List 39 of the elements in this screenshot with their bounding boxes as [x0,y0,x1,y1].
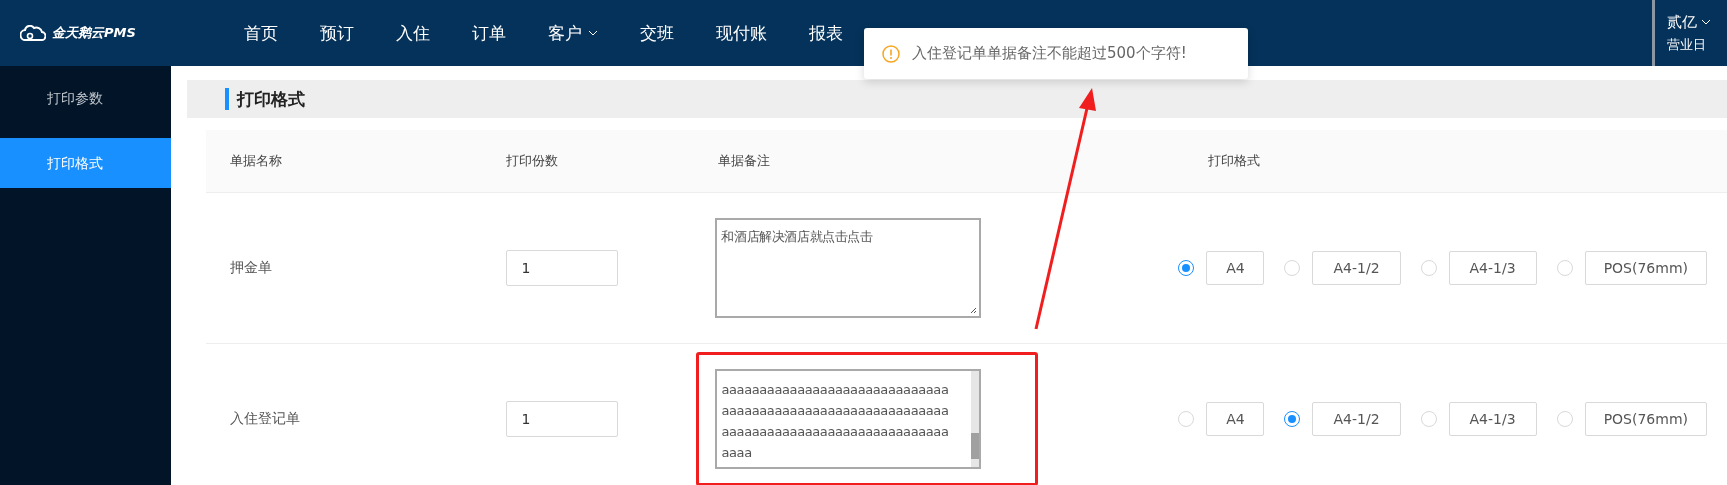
radio-button[interactable] [1178,260,1195,276]
user-menu[interactable]: 贰亿 [1667,12,1727,32]
toast-message: 入住登记单单据备注不能超过500个字符! [912,44,1187,63]
nav-item[interactable]: 入住 [375,21,451,45]
format-label: A4-1/3 [1448,402,1537,436]
remark-textarea[interactable]: 和酒店解决酒店就点击点击 [715,218,982,318]
remark-textarea[interactable]: aaaaaaaaaaaaaaaaaaaaaaaaaaaaaa aaaaaaaaaaaaaaaaaaaaaaaaaaaaaa aaaaaaaaaaaaaaaaaaaaaaaaaaaaaa aaaa [715,369,982,469]
nav-item[interactable]: 报表 [788,21,864,45]
column-header: 打印份数 [506,152,560,170]
warning-icon [882,44,900,63]
column-header: 打印格式 [1208,152,1262,170]
copies-input[interactable]: 1 [506,250,619,286]
nav-item[interactable]: 首页 [210,21,299,45]
brand-name: 金天鹅云PMS [52,24,136,42]
section-title: 打印格式 [237,87,306,111]
nav-item[interactable]: 交班 [619,21,695,45]
nav-item[interactable]: 预订 [299,21,375,45]
nav-item[interactable]: 客户 [527,21,619,45]
table-cell: 入住登记单 [230,410,301,426]
copies-input[interactable]: 1 [506,401,619,437]
format-label: A4 [1206,251,1265,285]
radio-button[interactable] [1284,411,1301,427]
format-label: A4-1/2 [1312,402,1401,436]
sidebar-item[interactable]: 打印参数 [0,73,172,123]
format-label: POS(76mm) [1584,251,1707,285]
format-label: A4-1/3 [1448,251,1537,285]
nav-item[interactable]: 订单 [451,21,527,45]
chevron-down-icon [588,30,598,36]
cloud-logo-icon [20,25,46,41]
resize-grip-icon[interactable] [969,306,978,314]
chevron-down-icon [1701,19,1711,25]
column-header: 单据备注 [718,152,772,170]
business-day-label: 营业日 [1667,35,1707,54]
column-header: 单据名称 [229,152,284,170]
table-cell: 押金单 [230,259,273,275]
nav-item[interactable]: 现付账 [695,21,788,45]
format-label: A4 [1206,402,1265,436]
format-label: POS(76mm) [1584,402,1707,436]
format-label: A4-1/2 [1312,251,1401,285]
